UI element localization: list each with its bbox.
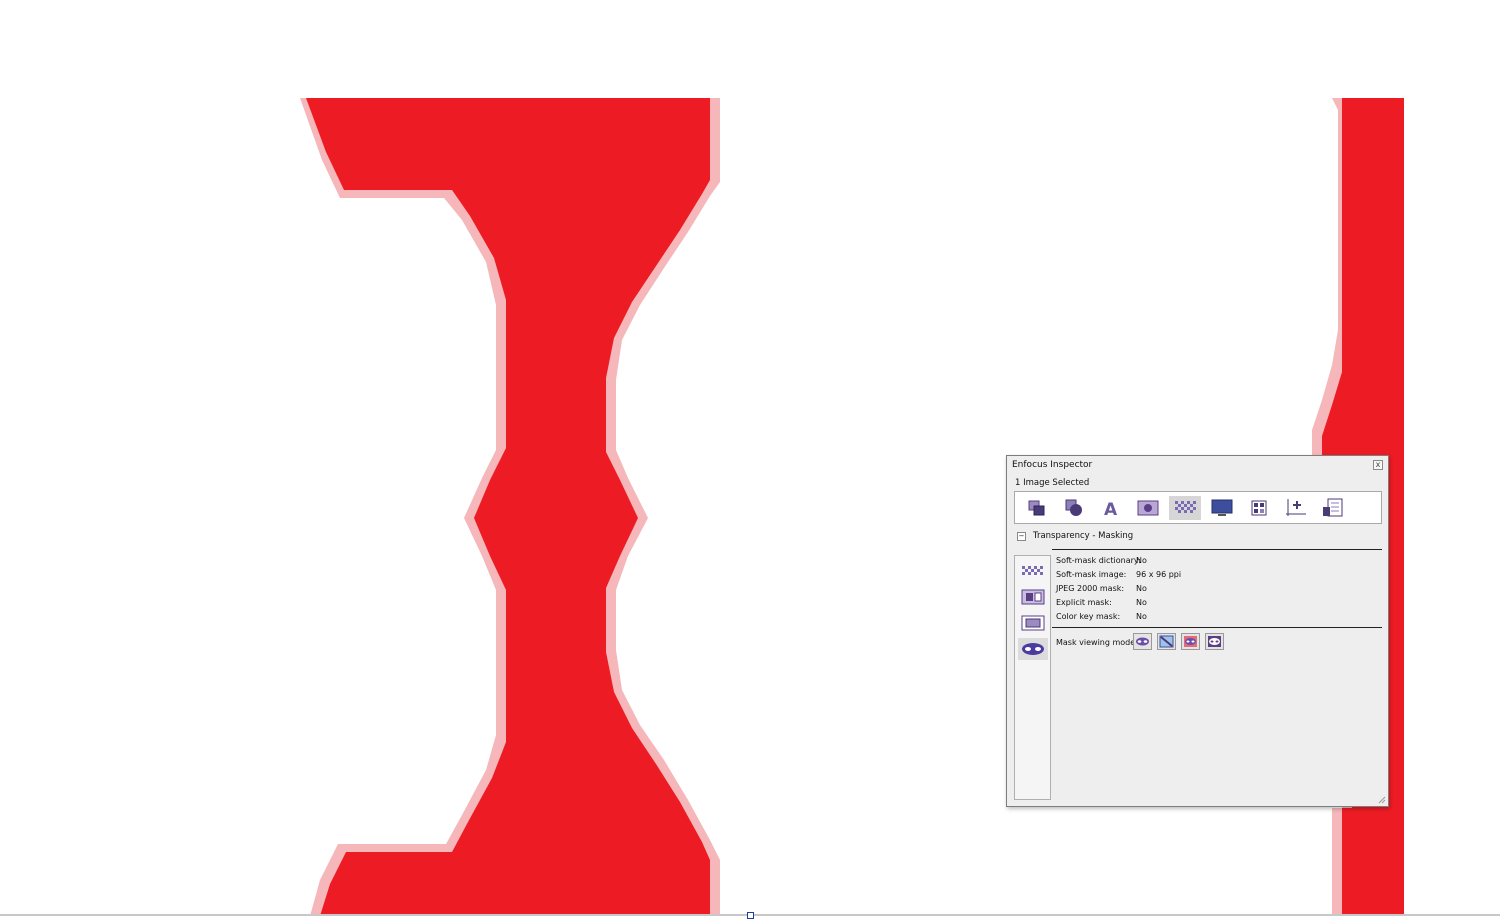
resize-grip-icon[interactable] xyxy=(1378,796,1386,804)
image-icon[interactable] xyxy=(1132,496,1164,520)
prop-key: Soft-mask image: xyxy=(1056,570,1127,579)
prop-key: JPEG 2000 mask: xyxy=(1056,584,1125,593)
section-transparency-masking[interactable]: − Transparency - Masking xyxy=(1017,531,1383,548)
prop-value: No xyxy=(1136,584,1147,593)
inspector-title: Enfocus Inspector xyxy=(1012,460,1093,470)
image-mask-icon[interactable] xyxy=(1018,586,1048,608)
mask-viewing-label: Mask viewing mode: xyxy=(1056,638,1138,647)
section-divider xyxy=(1052,549,1382,550)
glyph-i xyxy=(306,98,710,916)
enfocus-inspector-window[interactable]: Enfocus Inspector x 1 Image Selected A −… xyxy=(1006,455,1389,807)
collapse-toggle[interactable]: − xyxy=(1017,532,1026,541)
mask-mode-normal-icon[interactable] xyxy=(1133,633,1152,650)
inspector-titlebar[interactable]: Enfocus Inspector x xyxy=(1007,456,1388,473)
shapes-icon[interactable] xyxy=(1058,496,1090,520)
inspector-toolbar: A xyxy=(1014,491,1382,524)
prop-value: 96 x 96 ppi xyxy=(1136,570,1182,579)
svg-text:A: A xyxy=(1104,500,1118,518)
mask-mode-hide-icon[interactable] xyxy=(1157,633,1176,650)
position-icon[interactable] xyxy=(1280,496,1312,520)
close-button[interactable]: x xyxy=(1373,460,1383,470)
prop-key: Soft-mask dictionary: xyxy=(1056,556,1141,565)
section-label: Transparency - Masking xyxy=(1033,531,1134,541)
prop-key: Color key mask: xyxy=(1056,612,1121,621)
prop-key: Explicit mask: xyxy=(1056,598,1112,607)
object-icon[interactable] xyxy=(1021,496,1053,520)
mask-side-panel xyxy=(1014,555,1051,800)
prop-value: No xyxy=(1136,556,1147,565)
mask-mode-red-icon[interactable] xyxy=(1181,633,1200,650)
explicit-mask-icon[interactable] xyxy=(1018,612,1048,634)
softmask-icon[interactable] xyxy=(1018,560,1048,582)
prop-value: No xyxy=(1136,598,1147,607)
text-icon[interactable]: A xyxy=(1095,496,1127,520)
layout-icon[interactable] xyxy=(1243,496,1275,520)
properties-divider xyxy=(1052,627,1382,628)
mask-view-icon[interactable] xyxy=(1018,638,1048,660)
display-icon[interactable] xyxy=(1206,496,1238,520)
properties-icon[interactable] xyxy=(1317,496,1349,520)
transparency-icon[interactable] xyxy=(1169,496,1201,520)
selection-handle[interactable] xyxy=(747,912,754,919)
prop-value: No xyxy=(1136,612,1147,621)
selection-status: 1 Image Selected xyxy=(1015,478,1090,488)
mask-mode-invert-icon[interactable] xyxy=(1205,633,1224,650)
